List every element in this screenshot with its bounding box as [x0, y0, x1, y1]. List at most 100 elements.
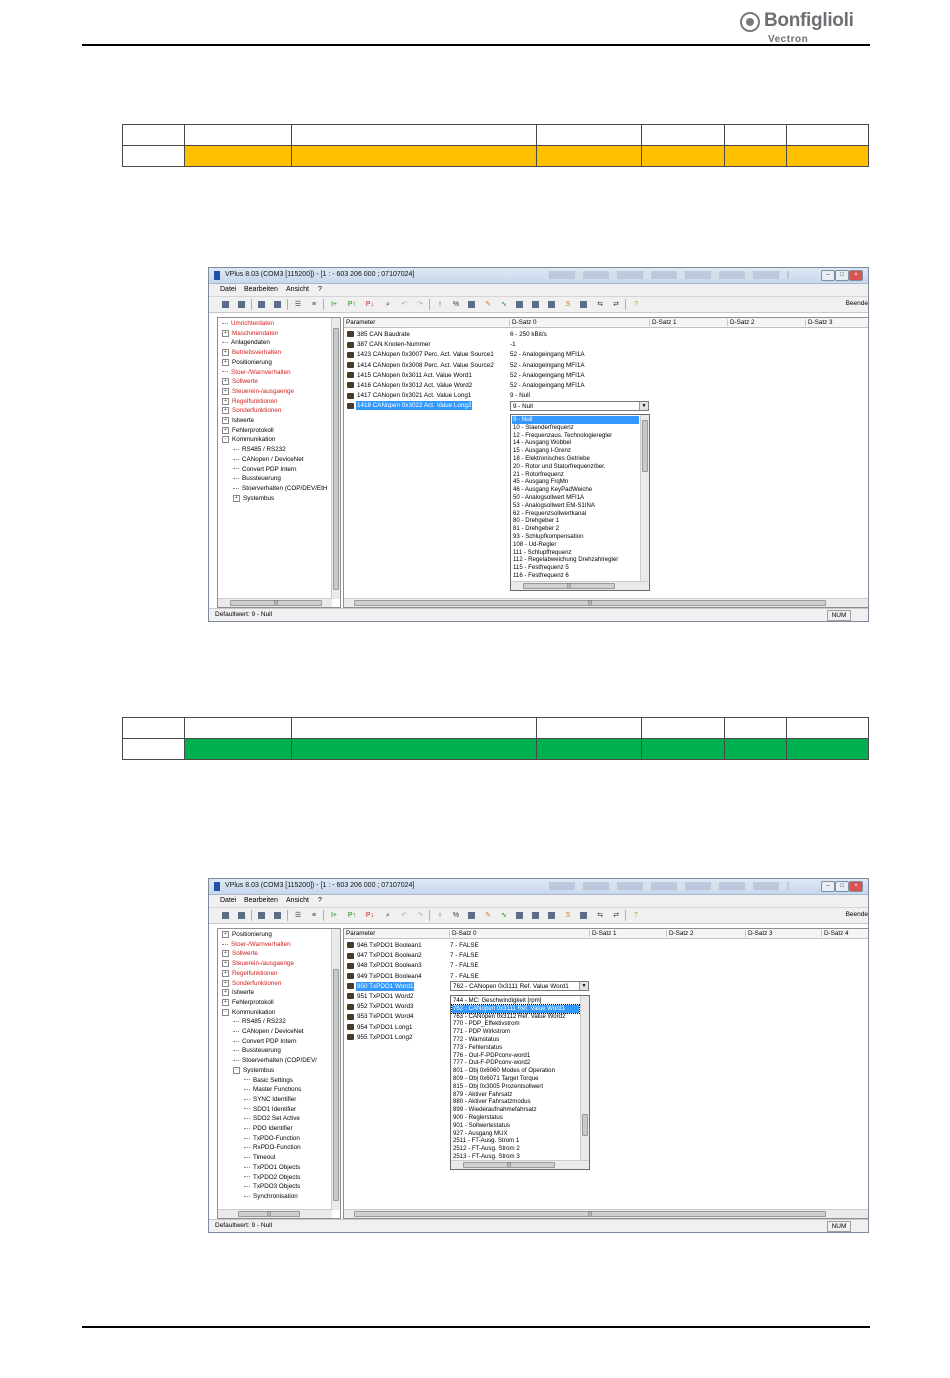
- parameter-value[interactable]: 7 - FALSE: [450, 951, 479, 960]
- option-item[interactable]: 12 - Frequenzaus. Technologieregler: [512, 432, 639, 440]
- monitor-icon[interactable]: [467, 300, 477, 309]
- tree-item[interactable]: + Steuerein-/ausgaenge: [222, 960, 294, 967]
- tree-item[interactable]: Convert PDP Intern: [233, 466, 296, 473]
- scroll-thumb[interactable]: |||: [523, 583, 615, 589]
- tree-item[interactable]: Stoer-/Warnverhalten: [222, 941, 291, 948]
- option-item[interactable]: 772 - Warnstatus: [452, 1036, 579, 1044]
- column-header[interactable]: D-Satz 1: [650, 319, 728, 326]
- tree-item[interactable]: Synchronisation: [244, 1193, 298, 1200]
- options-list[interactable]: 744 - MC: Geschwindigkeit [rpm] 762 - CAN…: [450, 995, 590, 1170]
- parameter-value[interactable]: 52 - Analogeingang MFI1A: [510, 371, 585, 380]
- parameter-row[interactable]: 955 TxPDO1 Long2: [347, 1033, 414, 1042]
- tree-item[interactable]: TxPDO1 Objects: [244, 1164, 300, 1171]
- column-header[interactable]: D-Satz 4: [822, 930, 868, 937]
- option-item[interactable]: 2511 - FT-Ausg. Strom 1: [452, 1137, 579, 1145]
- parameter-value[interactable]: 7 - FALSE: [450, 961, 479, 970]
- parameter-value[interactable]: 6 - 250 kBit/s: [510, 330, 547, 339]
- option-item[interactable]: 880 - Aktiver Fahrsatzmodus: [452, 1098, 579, 1106]
- open-icon[interactable]: [221, 911, 231, 920]
- beenden-label[interactable]: Beende: [846, 300, 868, 307]
- preview-icon[interactable]: [273, 300, 283, 309]
- parameter-value[interactable]: 7 - FALSE: [450, 972, 479, 981]
- expand-icon[interactable]: +: [233, 494, 240, 502]
- search-icon[interactable]: ⌕: [383, 911, 393, 920]
- clipboard-icon[interactable]: [547, 300, 557, 309]
- option-item[interactable]: 116 - Festfrequenz 6: [512, 572, 639, 580]
- chart-icon[interactable]: [515, 911, 525, 920]
- redo-icon[interactable]: ↷: [415, 300, 425, 309]
- tree-item[interactable]: Stoerverhalten (COP/DEV/: [233, 1057, 317, 1064]
- tree-horizontal-scrollbar[interactable]: |||: [218, 1209, 332, 1218]
- expand-icon[interactable]: +: [222, 329, 229, 337]
- tree-item[interactable]: + Regelfunktionen: [222, 397, 278, 405]
- scope-icon[interactable]: ∿: [499, 300, 509, 309]
- column-header[interactable]: D-Satz 3: [746, 930, 822, 937]
- tree-item[interactable]: TxPDO-Function: [244, 1135, 300, 1142]
- minimize-button[interactable]: –: [821, 270, 835, 281]
- arrow-up-icon[interactable]: ↑: [435, 911, 445, 920]
- list-icon[interactable]: ≡: [309, 300, 319, 309]
- tree-item[interactable]: TxPDO2 Objects: [244, 1174, 300, 1181]
- expand-icon[interactable]: +: [222, 989, 229, 997]
- parameter-value[interactable]: 52 - Analogeingang MFI1A: [510, 361, 585, 370]
- option-item[interactable]: 93 - Schlupfkompensation: [512, 533, 639, 541]
- scope-icon[interactable]: ∿: [499, 911, 509, 920]
- tree-item[interactable]: Anlagendaten: [222, 339, 270, 346]
- tree-vertical-scrollbar[interactable]: [331, 929, 340, 1210]
- menu-datei[interactable]: Datei: [220, 897, 236, 904]
- percent-icon[interactable]: %: [451, 911, 461, 920]
- tree-item[interactable]: SDO2 Set Active: [244, 1115, 300, 1122]
- options-hscrollbar[interactable]: |||: [451, 1160, 589, 1169]
- tree-item[interactable]: Umrichterdaten: [222, 320, 274, 327]
- scroll-thumb[interactable]: [642, 420, 648, 472]
- wand-icon[interactable]: ✎: [483, 300, 493, 309]
- option-item[interactable]: 45 - Ausgang FrqMn: [512, 478, 639, 486]
- option-item[interactable]: 50 - Analogsollwert MFI1A: [512, 494, 639, 502]
- window-icon[interactable]: [579, 300, 589, 309]
- s-icon[interactable]: S: [563, 911, 573, 920]
- option-item[interactable]: 801 - Obj 0x6060 Modes of Operation: [452, 1067, 579, 1075]
- tree-item[interactable]: - Kommunikation: [222, 436, 275, 444]
- parameter-value[interactable]: 9 - Null: [510, 391, 530, 400]
- option-item[interactable]: 815 - Obj 0x3005 Prozentsollwert: [452, 1083, 579, 1091]
- tree-item[interactable]: - Systembus: [233, 1066, 274, 1074]
- parameter-row[interactable]: 948 TxPDO1 Boolean3: [347, 961, 423, 970]
- tree-item[interactable]: Timeout: [244, 1154, 276, 1161]
- option-item[interactable]: 115 - Festfrequenz 5: [512, 564, 639, 572]
- tree-item[interactable]: + Regelfunktionen: [222, 969, 278, 977]
- tree-item[interactable]: + Istwerte: [222, 417, 254, 424]
- option-item[interactable]: 111 - Schlupffrequenz: [512, 549, 639, 557]
- minimize-button[interactable]: –: [821, 881, 835, 892]
- menu-datei[interactable]: Datei: [220, 286, 236, 293]
- column-header[interactable]: D-Satz 2: [667, 930, 746, 937]
- parameter-row[interactable]: 952 TxPDO1 Word3: [347, 1002, 414, 1011]
- tree-item[interactable]: + Fehlerprotokoll: [222, 998, 274, 1006]
- menu-help[interactable]: ?: [318, 286, 322, 293]
- menu-bearbeiten[interactable]: Bearbeiten: [244, 286, 278, 293]
- undo-icon[interactable]: ↶: [399, 300, 409, 309]
- option-item[interactable]: 762 - CANopen 0x3111 Ref. Value Word1: [451, 1003, 580, 1014]
- transfer-icon[interactable]: ⇄: [611, 300, 621, 309]
- option-item[interactable]: 900 - Reglerstatus: [452, 1114, 579, 1122]
- add-param-icon[interactable]: I+: [329, 300, 339, 309]
- maximize-button[interactable]: □: [835, 881, 849, 892]
- help-icon[interactable]: ?: [631, 300, 641, 309]
- collapse-icon[interactable]: -: [233, 1066, 240, 1074]
- tree-item[interactable]: + Sollwerte: [222, 378, 258, 385]
- upload-param-icon[interactable]: P↑: [347, 300, 357, 309]
- option-item[interactable]: 81 - Drehgeber 2: [512, 525, 639, 533]
- tree-item[interactable]: - Kommunikation: [222, 1008, 275, 1016]
- save-icon[interactable]: [237, 300, 247, 309]
- column-header[interactable]: D-Satz 0: [450, 930, 590, 937]
- option-item[interactable]: 770 - PDP_Effektivstrom: [452, 1020, 579, 1028]
- parameter-row[interactable]: 953 TxPDO1 Word4: [347, 1012, 414, 1021]
- redo-icon[interactable]: ↷: [415, 911, 425, 920]
- tree-item[interactable]: CANopen / DeviceNet: [233, 456, 304, 463]
- option-item[interactable]: 809 - Obj 0x6071 Target Torque: [452, 1075, 579, 1083]
- option-item[interactable]: 763 - CANopen 0x3112 Ref. Value Word2: [452, 1013, 579, 1021]
- option-item[interactable]: 773 - Fehlerstatus: [452, 1044, 579, 1052]
- tree-item[interactable]: RS485 / RS232: [233, 446, 286, 453]
- percent-icon[interactable]: %: [451, 300, 461, 309]
- arrow-up-icon[interactable]: ↑: [435, 300, 445, 309]
- add-param-icon[interactable]: I+: [329, 911, 339, 920]
